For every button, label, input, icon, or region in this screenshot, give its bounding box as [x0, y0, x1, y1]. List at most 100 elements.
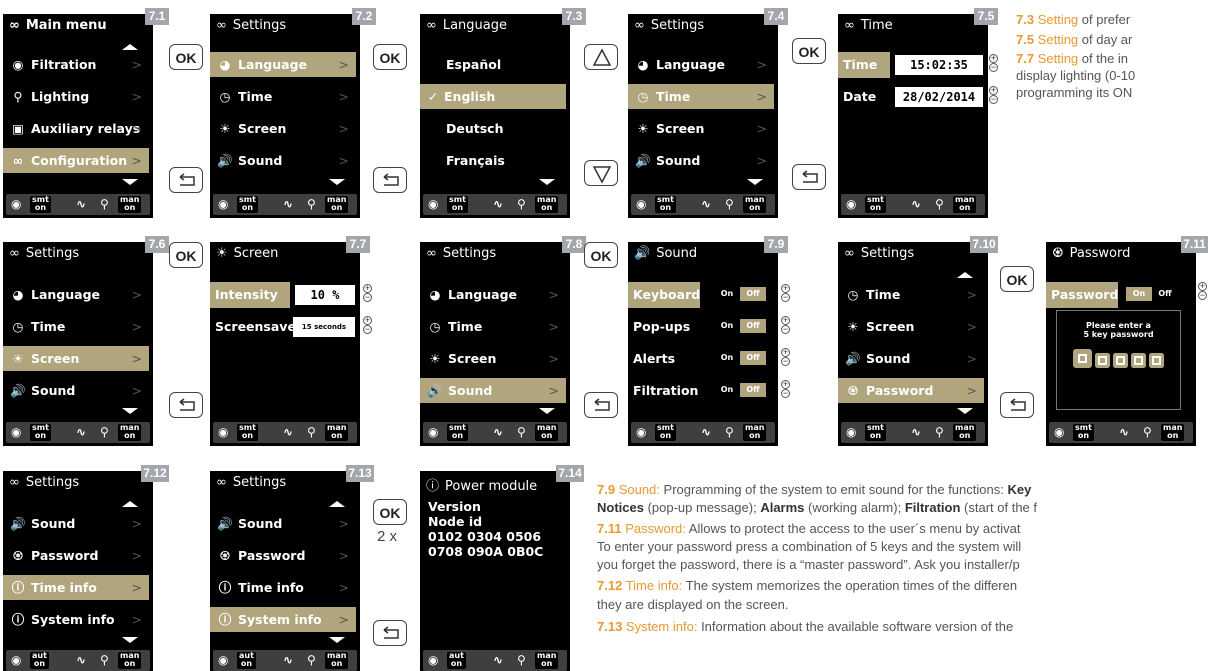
- menu-item-sound[interactable]: 🔊 Sound >: [210, 148, 356, 173]
- back-button[interactable]: [1000, 392, 1034, 418]
- on-option[interactable]: On: [1126, 287, 1152, 301]
- minus-icon[interactable]: −: [363, 325, 372, 334]
- ok-button[interactable]: OK: [584, 242, 618, 268]
- key-slot[interactable]: [1131, 353, 1146, 368]
- back-button[interactable]: [169, 392, 203, 418]
- ok-button[interactable]: OK: [1000, 266, 1034, 292]
- menu-item-sound[interactable]: 🔊 Sound >: [210, 511, 356, 536]
- minus-icon[interactable]: −: [1198, 291, 1207, 300]
- minus-icon[interactable]: −: [781, 325, 790, 334]
- menu-item-screen[interactable]: ☀ Screen >: [838, 314, 984, 339]
- language-option-spanish[interactable]: Español: [420, 52, 566, 77]
- menu-item-sound[interactable]: 🔊 Sound >: [3, 511, 149, 536]
- menu-item-sound[interactable]: 🔊 Sound >: [628, 148, 774, 173]
- ok-button[interactable]: OK: [169, 44, 203, 70]
- back-button[interactable]: [169, 167, 203, 193]
- intensity-value-field[interactable]: 10 %: [295, 285, 355, 305]
- language-option-french[interactable]: Français: [420, 148, 566, 173]
- time-value-field[interactable]: 15:02:35: [895, 55, 983, 75]
- menu-item-language[interactable]: ◕ Language >: [210, 52, 356, 77]
- menu-item-auxiliary-relays[interactable]: ▣ Auxiliary relays >: [3, 116, 149, 141]
- minus-icon[interactable]: −: [781, 389, 790, 398]
- menu-item-language[interactable]: ◕ Language >: [420, 282, 566, 307]
- menu-item-screen[interactable]: ☀ Screen >: [210, 116, 356, 141]
- menu-item-password[interactable]: ♼ Password >: [210, 543, 356, 568]
- menu-item-time[interactable]: ◷ Time >: [628, 84, 774, 109]
- menu-item-time-info[interactable]: ⓘ Time info >: [210, 575, 356, 600]
- ok-button[interactable]: OK: [373, 44, 407, 70]
- speaker-icon: 🔊: [10, 383, 26, 398]
- plus-minus-control[interactable]: + −: [363, 316, 373, 336]
- menu-item-time[interactable]: ◷ Time >: [3, 314, 149, 339]
- minus-icon[interactable]: −: [781, 293, 790, 302]
- plus-minus-control[interactable]: + −: [363, 284, 373, 304]
- key-slot[interactable]: [1073, 349, 1092, 368]
- plus-minus-control[interactable]: + −: [1198, 282, 1208, 302]
- password-toggle[interactable]: On Off: [1126, 287, 1178, 301]
- language-option-german[interactable]: Deutsch: [420, 116, 566, 141]
- up-button[interactable]: [584, 44, 618, 70]
- menu-item-system-info[interactable]: ⓘ System info >: [3, 607, 149, 632]
- plus-minus-control[interactable]: + −: [781, 380, 791, 400]
- filtration-toggle[interactable]: On Off: [714, 383, 766, 397]
- plus-minus-control[interactable]: + −: [781, 316, 791, 336]
- ok-button[interactable]: OK: [792, 38, 826, 64]
- language-option-english[interactable]: ✓ English: [420, 84, 566, 109]
- off-option[interactable]: Off: [740, 351, 766, 365]
- back-button[interactable]: [584, 392, 618, 418]
- speaker-icon: 🔊: [217, 153, 233, 168]
- on-option[interactable]: On: [714, 351, 740, 365]
- menu-item-sound[interactable]: 🔊 Sound >: [3, 378, 149, 403]
- plus-minus-control[interactable]: + −: [781, 284, 791, 304]
- key-slot[interactable]: [1095, 353, 1110, 368]
- date-value-field[interactable]: 28/02/2014: [895, 87, 983, 107]
- menu-item-screen[interactable]: ☀ Screen >: [3, 346, 149, 371]
- back-button[interactable]: [373, 620, 407, 646]
- ok-button[interactable]: OK: [169, 242, 203, 268]
- on-option[interactable]: On: [714, 287, 740, 301]
- menu-item-sound[interactable]: 🔊 Sound >: [838, 346, 984, 371]
- back-button[interactable]: [792, 164, 826, 190]
- menu-item-language[interactable]: ◕ Language >: [3, 282, 149, 307]
- off-option[interactable]: Off: [1152, 287, 1178, 301]
- down-button[interactable]: [584, 160, 618, 186]
- menu-item-configuration[interactable]: ∞ Configuration >: [3, 148, 149, 173]
- plus-minus-control[interactable]: + −: [989, 86, 999, 106]
- menu-item-password[interactable]: ♼ Password >: [3, 543, 149, 568]
- off-option[interactable]: Off: [740, 319, 766, 333]
- minus-icon[interactable]: −: [989, 63, 998, 72]
- status-value: on: [659, 203, 672, 212]
- minus-icon[interactable]: −: [989, 95, 998, 104]
- menu-item-language[interactable]: ◕ Language >: [628, 52, 774, 77]
- key-slot[interactable]: [1113, 353, 1128, 368]
- item-label: Password: [866, 383, 934, 398]
- menu-item-time[interactable]: ◷ Time >: [838, 282, 984, 307]
- menu-item-time[interactable]: ◷ Time >: [210, 84, 356, 109]
- back-button[interactable]: [373, 167, 407, 193]
- status-bar: ◉ smt on ∿ ⚲ man on: [631, 194, 775, 215]
- on-option[interactable]: On: [714, 319, 740, 333]
- menu-item-screen[interactable]: ☀ Screen >: [628, 116, 774, 141]
- menu-item-time[interactable]: ◷ Time >: [420, 314, 566, 339]
- menu-item-filtration[interactable]: ◉ Filtration >: [3, 52, 149, 77]
- alerts-toggle[interactable]: On Off: [714, 351, 766, 365]
- minus-icon[interactable]: −: [781, 357, 790, 366]
- off-option[interactable]: Off: [740, 287, 766, 301]
- plus-minus-control[interactable]: + −: [989, 54, 999, 74]
- scroll-down-icon: [122, 637, 138, 643]
- menu-item-screen[interactable]: ☀ Screen >: [420, 346, 566, 371]
- menu-item-password[interactable]: ♼ Password >: [838, 378, 984, 403]
- menu-item-sound[interactable]: 🔊 Sound >: [420, 378, 566, 403]
- menu-item-system-info[interactable]: ⓘ System info >: [210, 607, 356, 632]
- minus-icon[interactable]: −: [363, 293, 372, 302]
- keyboard-toggle[interactable]: On Off: [714, 287, 766, 301]
- off-option[interactable]: Off: [740, 383, 766, 397]
- popups-toggle[interactable]: On Off: [714, 319, 766, 333]
- menu-item-lighting[interactable]: ⚲ Lighting >: [3, 84, 149, 109]
- menu-item-time-info[interactable]: ⓘ Time info >: [3, 575, 149, 600]
- key-slot[interactable]: [1149, 353, 1164, 368]
- ok-button[interactable]: OK: [373, 499, 407, 525]
- plus-minus-control[interactable]: + −: [781, 348, 791, 368]
- screensaver-value-field[interactable]: 15 seconds: [293, 317, 355, 337]
- on-option[interactable]: On: [714, 383, 740, 397]
